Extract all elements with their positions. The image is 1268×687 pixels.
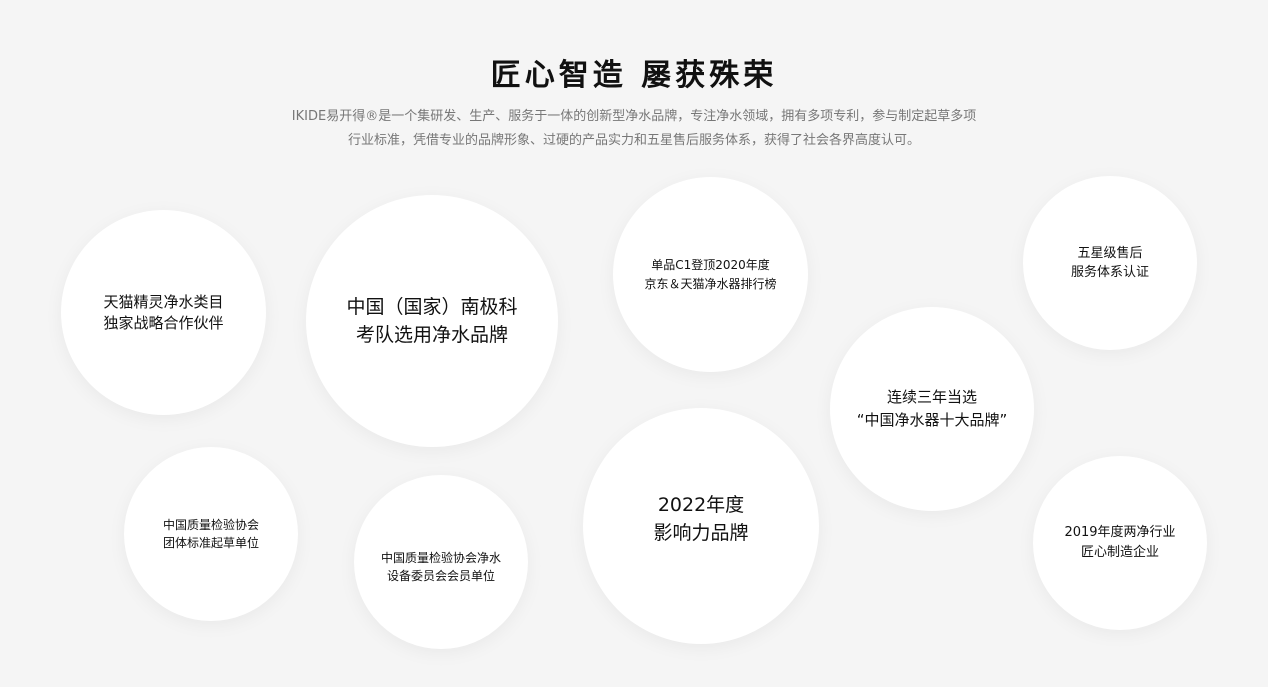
honor-bubble-c1-ranking: 单品C1登顶2020年度 京东＆天猫净水器排行榜 bbox=[613, 177, 808, 372]
honor-text: 中国质量检验协会 团体标准起草单位 bbox=[163, 516, 259, 552]
section-title: 匠心智造 屡获殊荣 bbox=[490, 58, 778, 94]
honor-text: 天猫精灵净水类目 独家战略合作伙伴 bbox=[103, 292, 223, 334]
honor-text: 2022年度 影响力品牌 bbox=[653, 491, 748, 547]
honor-line: 单品C1登顶2020年度 bbox=[651, 257, 770, 272]
honor-text: 连续三年当选 “中国净水器十大品牌” bbox=[857, 386, 1008, 432]
honor-line: 影响力品牌 bbox=[653, 522, 749, 544]
honor-line: 服务体系认证 bbox=[1070, 265, 1149, 280]
honor-line: 天猫精灵净水类目 bbox=[103, 292, 224, 311]
honor-text: 单品C1登顶2020年度 京东＆天猫净水器排行榜 bbox=[644, 256, 776, 294]
honor-line: 中国质量检验协会净水 bbox=[380, 551, 501, 565]
honor-line: 匠心制造企业 bbox=[1080, 545, 1159, 560]
honor-bubble-antarctic-expedition: 中国（国家）南极科 考队选用净水品牌 bbox=[306, 195, 558, 447]
honor-bubble-five-star-service: 五星级售后 服务体系认证 bbox=[1023, 176, 1197, 350]
honor-bubble-group-standard: 中国质量检验协会 团体标准起草单位 bbox=[124, 447, 298, 621]
honor-line: 连续三年当选 bbox=[886, 388, 977, 406]
honor-line: 中国质量检验协会 bbox=[162, 518, 259, 532]
honor-bubble-tmall-partner: 天猫精灵净水类目 独家战略合作伙伴 bbox=[61, 210, 266, 415]
honor-bubble-2019-craftsmanship: 2019年度两净行业 匠心制造企业 bbox=[1033, 456, 1207, 630]
section-description: IKIDE易开得®是一个集研发、生产、服务于一体的创新型净水品牌，专注净水领域，… bbox=[244, 105, 1024, 153]
honor-line: 五星级售后 bbox=[1077, 246, 1143, 261]
honor-bubble-committee-member: 中国质量检验协会净水 设备委员会会员单位 bbox=[354, 475, 528, 649]
honor-bubble-2022-influence: 2022年度 影响力品牌 bbox=[583, 408, 819, 644]
honor-text: 中国（国家）南极科 考队选用净水品牌 bbox=[346, 293, 517, 349]
honor-line: 2019年度两净行业 bbox=[1064, 525, 1176, 540]
honor-line: 考队选用净水品牌 bbox=[355, 324, 508, 346]
description-line-2: 行业标准，凭借专业的品牌形象、过硬的产品实力和五星售后服务体系，获得了社会各界高… bbox=[347, 133, 920, 148]
description-line-1: IKIDE易开得®是一个集研发、生产、服务于一体的创新型净水品牌，专注净水领域，… bbox=[291, 109, 977, 124]
honor-line: 团体标准起草单位 bbox=[162, 536, 259, 550]
honor-line: 中国（国家）南极科 bbox=[346, 296, 518, 318]
honor-line: “中国净水器十大品牌” bbox=[856, 411, 1008, 429]
honor-line: 独家战略合作伙伴 bbox=[103, 313, 224, 332]
honor-bubble-top-ten-brand: 连续三年当选 “中国净水器十大品牌” bbox=[830, 307, 1034, 511]
honor-line: 2022年度 bbox=[657, 494, 745, 516]
honor-line: 设备委员会会员单位 bbox=[386, 569, 495, 583]
honor-line: 京东＆天猫净水器排行榜 bbox=[644, 276, 777, 291]
honor-text: 五星级售后 服务体系认证 bbox=[1071, 244, 1149, 282]
honor-text: 中国质量检验协会净水 设备委员会会员单位 bbox=[381, 549, 501, 585]
honor-text: 2019年度两净行业 匠心制造企业 bbox=[1064, 523, 1175, 563]
